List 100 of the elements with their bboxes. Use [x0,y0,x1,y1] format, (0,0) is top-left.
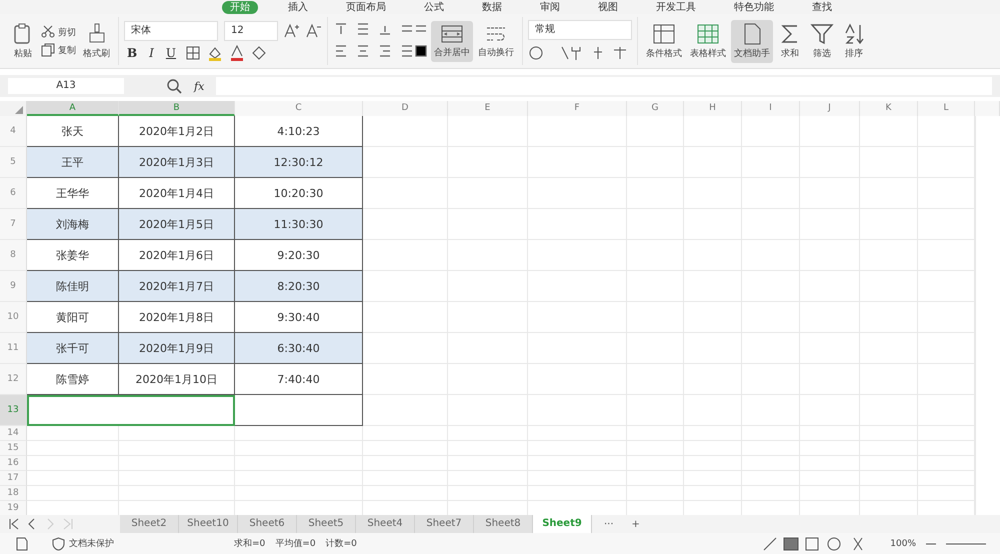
menu-tab[interactable]: 页面布局 [338,0,394,14]
column-header[interactable] [975,101,1000,116]
font-family-field[interactable]: 宋体 [124,21,218,41]
cut-button[interactable]: 剪切 [39,25,78,39]
column-header[interactable]: F [528,101,627,116]
ribbon-tool-button[interactable]: 求和 [775,20,805,62]
row-header[interactable]: 15 [0,441,27,456]
table-cell: 王平 [27,147,119,178]
table-cell: 9:30:40 [235,302,363,333]
bold-button[interactable]: B [124,46,140,60]
column-header[interactable]: D [363,101,448,116]
column-header[interactable]: J [800,101,860,116]
row-header[interactable]: 10 [0,302,27,333]
row-header[interactable]: 8 [0,240,27,271]
clear-icon [251,45,268,61]
ribbon-tool-button[interactable]: 筛选 [807,20,837,62]
grid-icon [696,22,720,44]
row-header[interactable]: 9 [0,271,27,302]
menu-tab[interactable]: 插入 [280,0,316,14]
column-header[interactable]: L [918,101,975,116]
column-header[interactable]: E [448,101,528,116]
row-header[interactable]: 4 [0,116,27,147]
sheet-tab[interactable]: Sheet7 [415,515,474,533]
menu-tab[interactable]: 审阅 [532,0,568,14]
name-box[interactable]: A13 [8,78,124,94]
paste-button[interactable]: 粘贴 [9,20,37,62]
ribbon-tool-button[interactable]: 文档助手 [731,20,773,62]
last-sheet-icon [62,518,74,530]
menu-tab[interactable]: 数据 [474,0,510,14]
table-cell: 2020年1月6日 [119,240,235,271]
first-sheet-icon [8,518,20,530]
italic-button[interactable]: I [146,46,157,60]
menu-tab[interactable]: 开始 [222,0,258,14]
table-cell: 2020年1月4日 [119,178,235,209]
menu-tab[interactable]: 开发工具 [648,0,704,14]
column-header[interactable]: A [27,101,119,116]
underline-button[interactable]: U [162,46,180,60]
table-cell: 2020年1月8日 [119,302,235,333]
table-cell: 黄阳可 [27,302,119,333]
sheet-tab[interactable]: Sheet2 [120,515,179,533]
table-cell: 2020年1月5日 [119,209,235,240]
row-header[interactable]: 16 [0,456,27,471]
ribbon-tool-button[interactable]: 排序 [839,20,869,62]
select-all-icon [15,106,23,114]
row-header[interactable]: 18 [0,486,27,501]
row-header[interactable]: 14 [0,426,27,441]
protection-status[interactable]: 文档未保护 [52,536,114,550]
ribbon-tool-button[interactable]: 表格样式 [687,20,729,62]
menu-tab[interactable]: 查找 [804,0,840,14]
selected-cell[interactable] [27,395,235,426]
row-header[interactable]: 5 [0,147,27,178]
number-format-field[interactable]: 常规 [528,20,632,40]
menu-tab[interactable]: 特色功能 [726,0,782,14]
table-cell: 2020年1月9日 [119,333,235,364]
format-painter-button[interactable]: 格式刷 [80,20,113,62]
column-header[interactable]: I [742,101,800,116]
table-cell: 刘海梅 [27,209,119,240]
column-header[interactable]: G [627,101,684,116]
status-stat: 计数=0 [326,538,357,550]
table-cell: 8:20:30 [235,271,363,302]
row-header[interactable]: 7 [0,209,27,240]
sheet-tab[interactable]: Sheet8 [474,515,533,533]
grid-cell[interactable] [235,395,363,426]
table-cell: 2020年1月3日 [119,147,235,178]
table-cell: 7:40:40 [235,364,363,395]
sheet-tab[interactable]: Sheet5 [297,515,356,533]
font-size-field[interactable]: 12 [224,21,278,41]
column-header[interactable]: B [119,101,235,116]
table-cell: 2020年1月10日 [119,364,235,395]
add-sheet-button[interactable]: + [626,518,646,530]
column-header[interactable]: K [860,101,918,116]
status-stat: 求和=0 [234,538,266,550]
row-header[interactable]: 12 [0,364,27,395]
table-cell: 张天 [27,116,119,147]
scissors-icon [41,25,55,39]
zoom-level[interactable]: 100% [890,538,916,548]
sheet-tab[interactable]: Sheet10 [179,515,238,533]
ribbon-tool-button[interactable]: 条件格式 [643,20,685,62]
merge-center-button[interactable]: 合并居中 [431,20,473,62]
merge-cells-icon [440,24,464,44]
menu-tab[interactable]: 视图 [590,0,626,14]
row-header[interactable]: 11 [0,333,27,364]
row-header[interactable]: 13 [0,395,27,426]
wrap-text-button[interactable]: 自动换行 [475,20,517,62]
row-header[interactable]: 6 [0,178,27,209]
table-cell: 陈雪婷 [27,364,119,395]
column-header[interactable]: H [684,101,742,116]
function-label[interactable]: fx [194,80,204,92]
row-header[interactable]: 19 [0,501,27,515]
sheet-tab[interactable]: Sheet6 [238,515,297,533]
column-header[interactable]: C [235,101,363,116]
shield-icon [52,536,65,550]
table-cell: 2020年1月7日 [119,271,235,302]
sheet-tab[interactable]: Sheet9 [533,515,592,533]
macro-icon [14,536,30,552]
sheet-tab[interactable]: Sheet4 [356,515,415,533]
row-header[interactable]: 17 [0,471,27,486]
menu-tab[interactable]: 公式 [416,0,452,14]
copy-button[interactable]: 复制 [39,43,78,57]
more-sheets-button[interactable]: ··· [598,518,620,530]
